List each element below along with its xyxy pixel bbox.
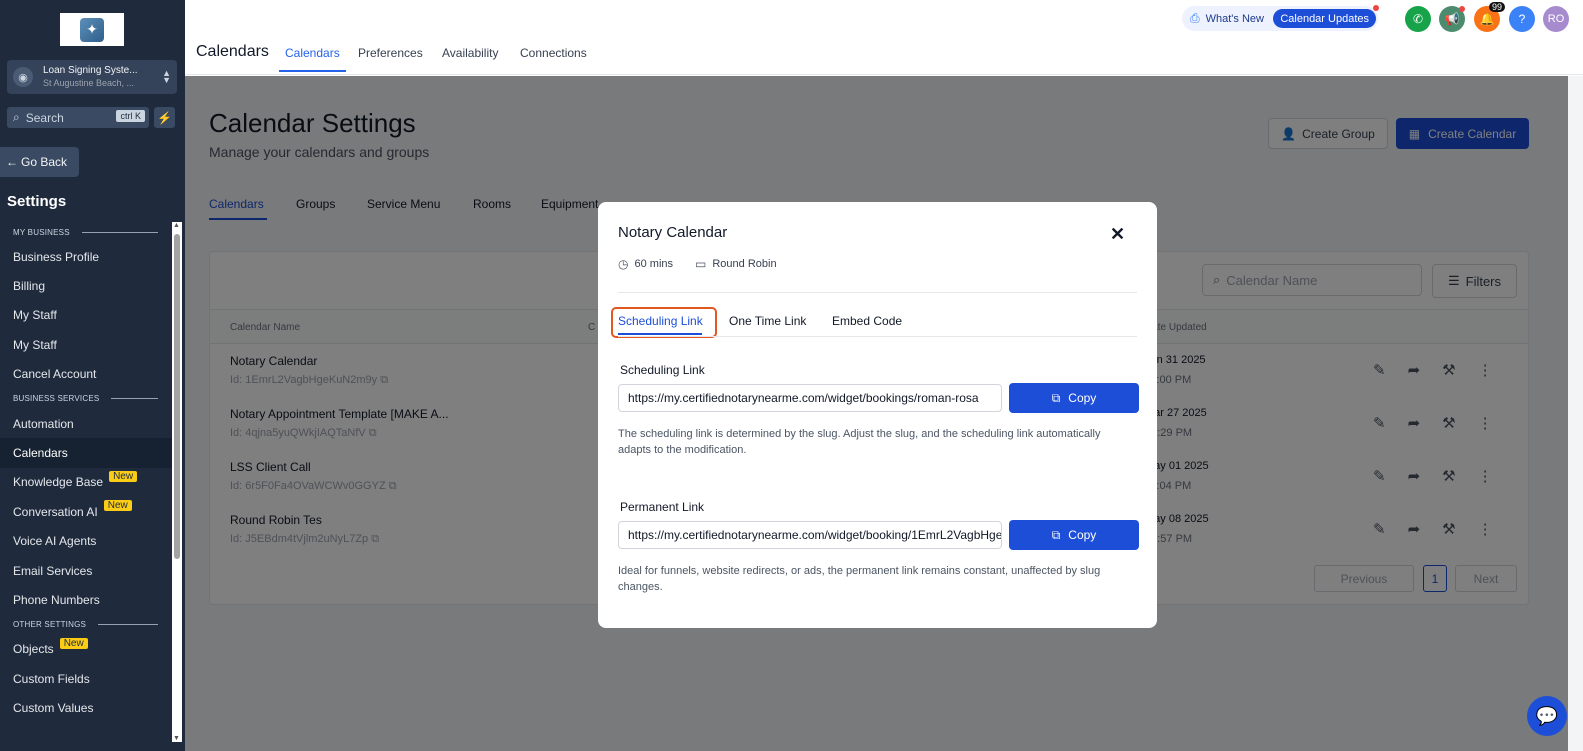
settings-nav: MY BUSINESS Business Profile Billing My …: [0, 222, 172, 723]
copy-label: Copy: [1068, 391, 1097, 405]
sidebar-item-custom-values[interactable]: Custom Values: [0, 693, 172, 722]
scheduling-link-label: Scheduling Link: [620, 363, 705, 377]
active-tab-underline: [279, 70, 346, 72]
tab-embed-code[interactable]: Embed Code: [832, 314, 902, 328]
company-logo[interactable]: ✦: [60, 13, 124, 46]
avatar-initials: RO: [1547, 13, 1565, 25]
sidebar-item-business-profile[interactable]: Business Profile: [0, 242, 172, 271]
sidebar-item-automation[interactable]: Automation: [0, 409, 172, 438]
section-other-settings: OTHER SETTINGS: [0, 615, 172, 635]
megaphone-doc-icon: ⎙: [1190, 11, 1200, 25]
sidebar-item-my-staff-2[interactable]: My Staff: [0, 330, 172, 359]
calendar-updates-button[interactable]: Calendar Updates: [1273, 9, 1376, 28]
sidebar: ✦ ◉ Loan Signing Syste... St Augustine B…: [0, 0, 185, 751]
notifications-button[interactable]: 🔔 99: [1474, 2, 1505, 32]
sidebar-item-voice-ai-agents[interactable]: Voice AI Agents: [0, 527, 172, 556]
notification-count: 99: [1488, 2, 1505, 12]
phone-button[interactable]: ✆: [1405, 6, 1431, 32]
sidebar-item-billing[interactable]: Billing: [0, 271, 172, 300]
sidebar-item-knowledge-base[interactable]: Knowledge Base New: [0, 468, 172, 497]
conversation-ai-label: Conversation AI: [13, 504, 98, 519]
divider: [618, 336, 1137, 337]
modal-title: Notary Calendar: [618, 224, 728, 241]
go-back-label: Go Back: [21, 155, 68, 169]
whats-new-pill[interactable]: ⎙ What's New Calendar Updates: [1182, 5, 1379, 31]
megaphone-icon: 📢: [1444, 12, 1460, 26]
knowledge-base-label: Knowledge Base: [13, 475, 104, 490]
divider: [618, 292, 1137, 293]
whats-new-label: What's New: [1205, 12, 1264, 25]
page-title: Calendars: [196, 43, 269, 60]
sidebar-item-calendars[interactable]: Calendars: [0, 438, 172, 468]
logo-icon: ✦: [80, 17, 104, 42]
sidebar-item-phone-numbers[interactable]: Phone Numbers: [0, 585, 172, 614]
announcements-button[interactable]: 📢: [1439, 6, 1465, 32]
quick-action-bolt-icon[interactable]: ⚡: [154, 107, 175, 128]
permanent-link-label: Permanent Link: [620, 500, 705, 514]
help-icon: ?: [1518, 12, 1526, 26]
go-back-button[interactable]: ← Go Back: [0, 147, 79, 177]
sidebar-search[interactable]: ⌕ Search ctrl K: [7, 107, 149, 128]
account-location: St Augustine Beach, ...: [43, 78, 135, 88]
chevron-updown-icon: ▲ ▼: [162, 68, 171, 85]
page-scrollbar[interactable]: [1568, 76, 1583, 751]
chat-widget-button[interactable]: 💬: [1527, 696, 1567, 736]
sidebar-scrollbar[interactable]: ▲ ▼: [172, 222, 182, 742]
sidebar-item-conversation-ai[interactable]: Conversation AI New: [0, 497, 172, 526]
copy-label: Copy: [1068, 528, 1097, 542]
arrow-left-icon: ←: [6, 155, 18, 169]
new-badge: New: [59, 637, 88, 649]
section-business-services: BUSINESS SERVICES: [0, 389, 172, 409]
bell-icon: 🔔: [1479, 12, 1495, 26]
search-icon: ⌕: [13, 110, 20, 124]
copy-permanent-link-button[interactable]: ⧉ Copy: [1009, 520, 1139, 550]
copy-scheduling-link-button[interactable]: ⧉ Copy: [1009, 383, 1139, 413]
account-switcher[interactable]: ◉ Loan Signing Syste... St Augustine Bea…: [7, 60, 177, 94]
section-my-business: MY BUSINESS: [0, 222, 172, 242]
scrollbar-thumb[interactable]: [174, 234, 180, 559]
search-shortcut: ctrl K: [116, 110, 145, 122]
new-badge: New: [103, 500, 132, 512]
objects-label: Objects: [13, 642, 54, 657]
tab-one-time-link[interactable]: One Time Link: [729, 314, 806, 328]
sidebar-item-email-services[interactable]: Email Services: [0, 556, 172, 585]
settings-title: Settings: [7, 193, 67, 210]
sidebar-item-objects[interactable]: Objects New: [0, 635, 172, 664]
tab-availability[interactable]: Availability: [442, 46, 498, 60]
sidebar-item-cancel-account[interactable]: Cancel Account: [0, 360, 172, 389]
location-icon: ◉: [13, 67, 33, 87]
notification-dot: [1373, 5, 1379, 11]
calendar-type: Round Robin: [712, 258, 777, 270]
copy-icon: ⧉: [1051, 390, 1061, 405]
new-badge: New: [109, 470, 138, 482]
tab-preferences[interactable]: Preferences: [358, 46, 423, 60]
permanent-link-help: Ideal for funnels, website redirects, or…: [618, 565, 1101, 593]
notification-dot: [1459, 6, 1465, 12]
share-calendar-modal: Notary Calendar ✕ ◷ 60 mins ▭ Round Robi…: [598, 202, 1157, 628]
copy-icon: ⧉: [1051, 527, 1061, 542]
scheduling-link-help: The scheduling link is determined by the…: [618, 428, 1101, 456]
chat-icon: 💬: [1535, 705, 1559, 726]
duration: 60 mins: [634, 258, 674, 270]
scroll-up-icon[interactable]: ▲: [173, 222, 180, 229]
sidebar-item-custom-fields[interactable]: Custom Fields: [0, 664, 172, 693]
permanent-link-input[interactable]: https://my.certifiednotarynearme.com/wid…: [618, 521, 1002, 549]
account-name: Loan Signing Syste...: [43, 65, 138, 76]
top-header: Calendars Calendars Preferences Availabi…: [185, 0, 1583, 75]
scheduling-link-input[interactable]: https://my.certifiednotarynearme.com/wid…: [618, 384, 1002, 412]
sidebar-item-my-staff[interactable]: My Staff: [0, 301, 172, 330]
tab-connections[interactable]: Connections: [520, 46, 587, 60]
highlight-annotation: [611, 307, 717, 338]
avatar[interactable]: RO: [1543, 6, 1569, 32]
tab-calendars[interactable]: Calendars: [285, 46, 340, 60]
search-placeholder: Search: [25, 110, 64, 125]
clock-icon: ◷: [618, 257, 629, 271]
help-button[interactable]: ?: [1509, 6, 1535, 32]
close-icon[interactable]: ✕: [1110, 224, 1125, 245]
calendar-icon: ▭: [695, 257, 707, 271]
phone-icon: ✆: [1412, 12, 1424, 26]
scroll-down-icon[interactable]: ▼: [173, 735, 180, 742]
calendar-meta: ◷ 60 mins ▭ Round Robin: [618, 257, 777, 271]
